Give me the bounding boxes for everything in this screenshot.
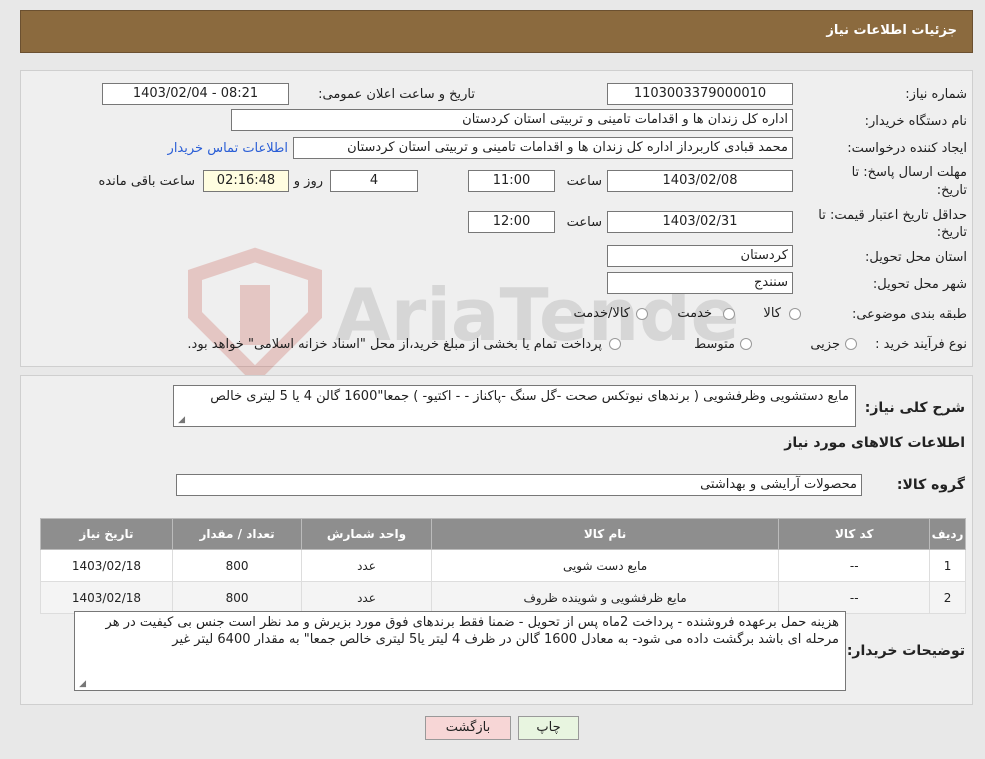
cell-unit: عدد <box>301 549 432 582</box>
goods-table: ردیف کد کالا نام کالا واحد شمارش تعداد /… <box>40 518 966 614</box>
deadline-date-label: تاریخ: <box>936 183 967 198</box>
validity-date-field[interactable]: 1403/02/31 <box>607 211 793 233</box>
table-header-row: ردیف کد کالا نام کالا واحد شمارش تعداد /… <box>40 518 966 550</box>
process-radio-minor[interactable] <box>845 338 857 350</box>
description-textarea[interactable]: مایع دستشویی وظرفشویی ( برندهای نیوتکس ص… <box>173 385 856 427</box>
category-option-goods-service: کالا/خدمت <box>573 306 630 321</box>
buyer-notes-label: توضیحات خریدار: <box>846 643 965 659</box>
remaining-label: ساعت باقی مانده <box>98 174 195 189</box>
cell-code: -- <box>778 581 931 614</box>
buyer-notes-textarea[interactable]: هزینه حمل برعهده فروشنده - پرداخت 2ماه پ… <box>74 611 846 691</box>
print-button[interactable]: چاپ <box>518 716 579 740</box>
days-label: روز و <box>293 174 323 189</box>
creator-label: ایجاد کننده درخواست: <box>847 141 967 156</box>
deadline-time-label: ساعت <box>566 174 602 189</box>
table-row: 1 -- مایع دست شویی عدد 800 1403/02/18 <box>40 549 966 582</box>
validity-time-field[interactable]: 12:00 <box>468 211 555 233</box>
province-field[interactable]: کردستان <box>607 245 793 267</box>
col-quantity: تعداد / مقدار <box>171 518 303 550</box>
process-label: نوع فرآیند خرید : <box>875 337 967 352</box>
goods-section-title: اطلاعات کالاهای مورد نیاز <box>784 435 965 451</box>
city-label: شهر محل تحویل: <box>872 277 967 292</box>
process-radio-treasury[interactable] <box>609 338 621 350</box>
category-radio-service[interactable] <box>723 308 735 320</box>
col-row: ردیف <box>929 518 966 550</box>
city-field[interactable]: سنندج <box>607 272 793 294</box>
resize-handle-icon[interactable]: ◢ <box>177 416 185 425</box>
cell-name: مایع ظرفشویی و شوینده ظروف <box>430 581 780 614</box>
validity-time-label: ساعت <box>566 215 602 230</box>
validity-label: حداقل تاریخ اعتبار قیمت: تا <box>818 208 967 223</box>
cell-row: 2 <box>929 581 966 614</box>
col-name: نام کالا <box>430 518 780 550</box>
deadline-time-field[interactable]: 11:00 <box>468 170 555 192</box>
creator-field[interactable]: محمد قبادی کاربرداز اداره کل زندان ها و … <box>293 137 793 159</box>
cell-unit: عدد <box>301 581 432 614</box>
resize-handle-icon[interactable]: ◢ <box>78 680 86 689</box>
process-option-minor: جزیی <box>810 337 840 352</box>
description-label: شرح کلی نیاز: <box>864 400 965 416</box>
process-option-medium: متوسط <box>694 337 735 352</box>
col-unit: واحد شمارش <box>301 518 432 550</box>
page-title: جزئیات اطلاعات نیاز <box>826 23 957 38</box>
buyer-notes-text: هزینه حمل برعهده فروشنده - پرداخت 2ماه پ… <box>105 615 839 647</box>
buyer-org-field[interactable]: اداره کل زندان ها و اقدامات تامینی و ترب… <box>231 109 793 131</box>
category-radio-goods-service[interactable] <box>636 308 648 320</box>
days-field[interactable]: 4 <box>330 170 418 192</box>
cell-need-date: 1403/02/18 <box>40 549 173 582</box>
need-number-field[interactable]: 1103003379000010 <box>607 83 793 105</box>
page-header: جزئیات اطلاعات نیاز <box>20 10 973 53</box>
deadline-label: مهلت ارسال پاسخ: تا <box>851 165 967 180</box>
goods-group-label: گروه کالا: <box>896 477 965 493</box>
cell-quantity: 800 <box>171 549 303 582</box>
contact-link[interactable]: اطلاعات تماس خریدار <box>168 141 288 156</box>
description-text: مایع دستشویی وظرفشویی ( برندهای نیوتکس ص… <box>210 389 849 404</box>
announce-label: تاریخ و ساعت اعلان عمومی: <box>318 87 475 102</box>
cell-code: -- <box>778 549 931 582</box>
category-option-service: خدمت <box>677 306 712 321</box>
need-number-label: شماره نیاز: <box>905 87 967 102</box>
announce-field[interactable]: 1403/02/04 - 08:21 <box>102 83 289 105</box>
cell-quantity: 800 <box>171 581 303 614</box>
cell-row: 1 <box>929 549 966 582</box>
process-note: پرداخت تمام یا بخشی از مبلغ خرید،از محل … <box>187 337 602 352</box>
goods-group-field[interactable]: محصولات آرایشی و بهداشتی <box>176 474 862 496</box>
buyer-org-label: نام دستگاه خریدار: <box>864 114 967 129</box>
category-label: طبقه بندی موضوعی: <box>851 307 967 322</box>
validity-date-label: تاریخ: <box>936 225 967 240</box>
category-option-goods: کالا <box>763 306 781 321</box>
col-need-date: تاریخ نیاز <box>40 518 173 550</box>
remaining-time-field[interactable]: 02:16:48 <box>203 170 289 192</box>
deadline-date-field[interactable]: 1403/02/08 <box>607 170 793 192</box>
cell-name: مایع دست شویی <box>430 549 780 582</box>
cell-need-date: 1403/02/18 <box>40 581 173 614</box>
process-radio-medium[interactable] <box>740 338 752 350</box>
category-radio-goods[interactable] <box>789 308 801 320</box>
table-row: 2 -- مایع ظرفشویی و شوینده ظروف عدد 800 … <box>40 581 966 614</box>
back-button[interactable]: بازگشت <box>425 716 511 740</box>
province-label: استان محل تحویل: <box>865 250 967 265</box>
col-code: کد کالا <box>778 518 931 550</box>
